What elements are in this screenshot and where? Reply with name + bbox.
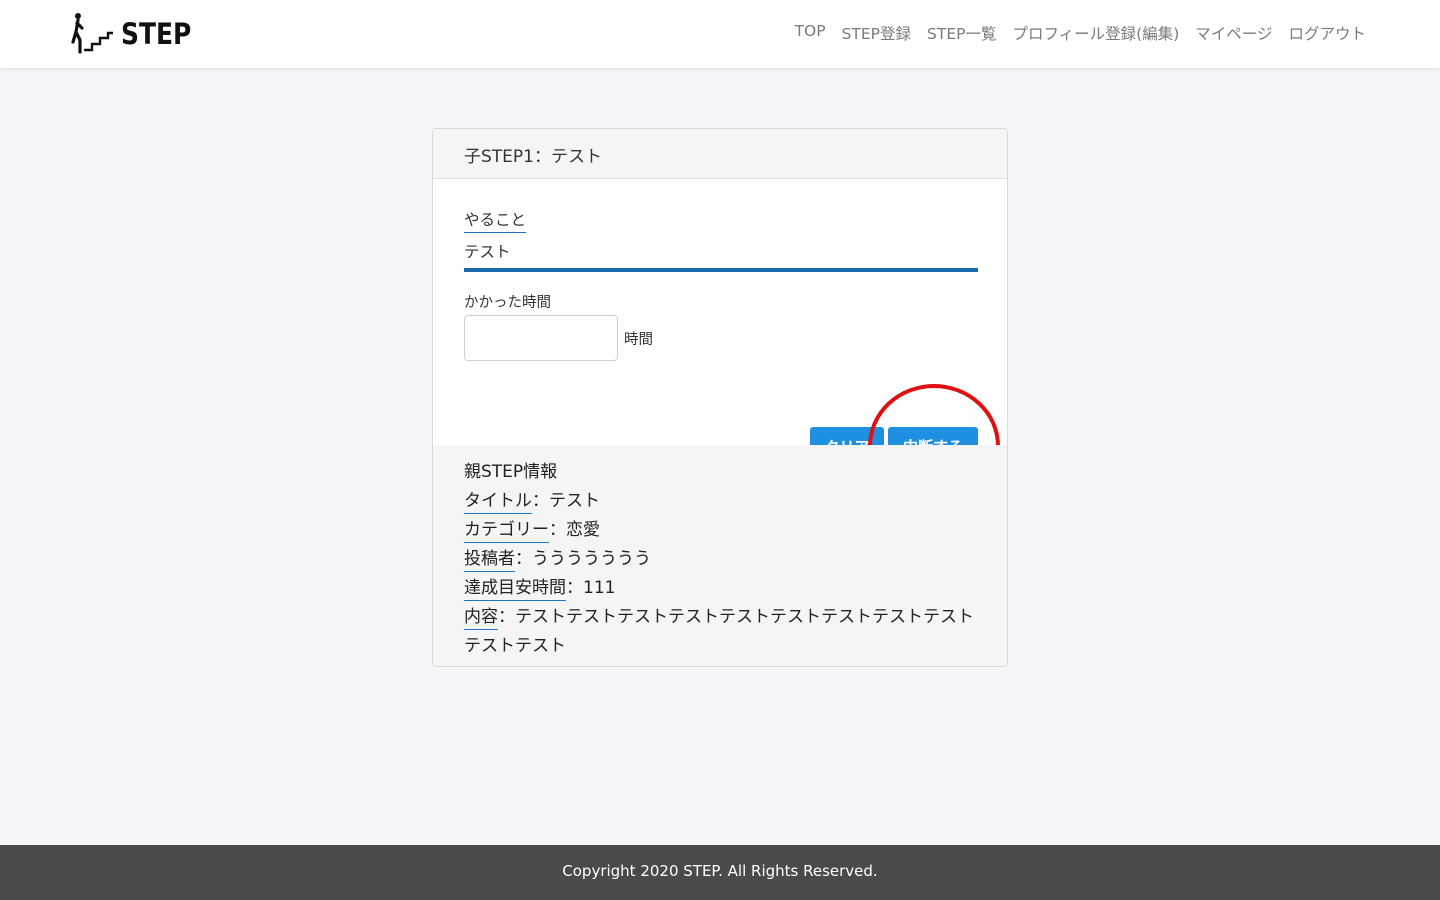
todo-label-text: やること: [464, 208, 527, 233]
nav-top[interactable]: TOP: [795, 22, 826, 44]
separator: ：: [549, 520, 566, 540]
parent-author-value: ううううううう: [532, 549, 651, 569]
nav-step-register[interactable]: STEP登録: [842, 22, 911, 44]
parent-time-row: 達成目安時間：111: [464, 574, 976, 603]
todo-label: やること: [464, 208, 527, 233]
separator: ：: [566, 578, 583, 598]
parent-time-value: 111: [583, 578, 616, 598]
time-input[interactable]: [464, 315, 618, 361]
site-header: STEP TOP STEP登録 STEP一覧 プロフィール登録(編集) マイペー…: [0, 0, 1440, 68]
parent-category-value: 恋愛: [566, 520, 600, 540]
child-step-card: 子STEP1：テスト やること テスト かかった時間 時間 クリア 中断する 親…: [432, 128, 1008, 667]
site-footer: Copyright 2020 STEP. All Rights Reserved…: [0, 845, 1440, 900]
parent-heading: 親STEP情報: [464, 462, 558, 482]
parent-step-info: 親STEP情報 タイトル：テスト カテゴリー：恋愛 投稿者：ううううううう 達成…: [433, 445, 1007, 666]
parent-category-row: カテゴリー：恋愛: [464, 516, 976, 545]
nav-profile-edit[interactable]: プロフィール登録(編集): [1012, 22, 1179, 44]
separator: ：: [532, 491, 549, 511]
parent-title-value: テスト: [549, 491, 600, 511]
parent-author-key: 投稿者: [464, 547, 515, 572]
logo[interactable]: STEP: [70, 12, 203, 56]
time-label: かかった時間: [464, 295, 551, 311]
todo-value: テスト: [464, 243, 511, 261]
card-title: 子STEP1：テスト: [433, 129, 1007, 179]
parent-content-value: テストテストテストテストテストテストテストテストテストテストテスト: [464, 607, 974, 656]
time-unit: 時間: [624, 332, 653, 348]
brand-name: STEP: [121, 17, 192, 51]
card-body: やること テスト かかった時間 時間 クリア 中断する: [433, 179, 1007, 508]
separator: ：: [498, 607, 515, 627]
nav-mypage[interactable]: マイページ: [1195, 22, 1272, 44]
separator: ：: [515, 549, 532, 569]
stairs-walker-icon: [71, 13, 113, 54]
parent-content-row: 内容：テストテストテストテストテストテストテストテストテストテストテスト: [464, 603, 976, 661]
parent-author-row: 投稿者：ううううううう: [464, 545, 976, 574]
parent-category-key: カテゴリー: [464, 518, 549, 543]
nav-step-list[interactable]: STEP一覧: [927, 22, 996, 44]
copyright-text: Copyright 2020 STEP. All Rights Reserved…: [562, 862, 878, 880]
parent-content-key: 内容: [464, 605, 498, 630]
parent-time-key: 達成目安時間: [464, 576, 566, 601]
parent-title-row: タイトル：テスト: [464, 487, 976, 516]
nav-logout[interactable]: ログアウト: [1288, 22, 1366, 44]
todo-divider: [464, 268, 978, 272]
parent-title-key: タイトル: [464, 489, 532, 514]
main-nav: TOP STEP登録 STEP一覧 プロフィール登録(編集) マイページ ログア…: [795, 22, 1366, 44]
